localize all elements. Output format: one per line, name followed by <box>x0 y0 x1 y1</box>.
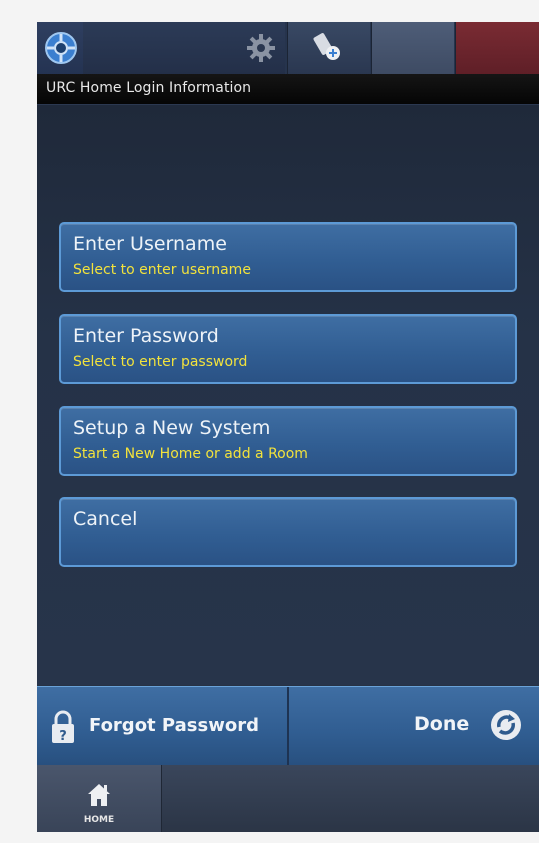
cancel-button[interactable]: Cancel <box>59 497 517 567</box>
button-label: Enter Username <box>73 233 227 255</box>
setup-new-system-button[interactable]: Setup a New System Start a New Home or a… <box>59 406 517 476</box>
remote-select-icon <box>310 30 346 66</box>
bottom-action-bar: ? Forgot Password Done <box>37 686 539 765</box>
button-label: Setup a New System <box>73 417 271 439</box>
forgot-password-label: Forgot Password <box>89 715 259 736</box>
top-bar <box>37 22 539 74</box>
logo-cell[interactable] <box>37 22 83 74</box>
urc-logo-icon <box>41 28 81 68</box>
button-label: Cancel <box>73 508 138 530</box>
remote-select-cell[interactable] <box>287 22 370 74</box>
home-label: HOME <box>83 815 115 825</box>
page-title: URC Home Login Information <box>46 80 252 96</box>
settings-cell[interactable] <box>237 22 285 74</box>
top-bar-blank <box>83 22 243 74</box>
forgot-password-button[interactable]: ? Forgot Password <box>37 687 287 765</box>
enter-password-button[interactable]: Enter Password Select to enter password <box>59 314 517 384</box>
button-label: Enter Password <box>73 325 219 347</box>
button-sublabel: Select to enter username <box>73 262 251 278</box>
lock-icon: ? <box>49 709 77 745</box>
home-button[interactable]: HOME <box>37 765 162 832</box>
refresh-arrow-icon <box>489 708 523 742</box>
gear-icon <box>243 30 279 66</box>
button-sublabel: Select to enter password <box>73 354 248 370</box>
title-bar: URC Home Login Information <box>37 74 539 105</box>
device-screen: URC Home Login Information Enter Usernam… <box>37 22 539 832</box>
enter-username-button[interactable]: Enter Username Select to enter username <box>59 222 517 292</box>
bottom-nav: HOME <box>37 765 539 832</box>
login-menu: Enter Username Select to enter username … <box>37 105 539 685</box>
home-icon <box>83 779 115 811</box>
done-button[interactable]: Done <box>289 687 539 765</box>
top-bar-tab-red[interactable] <box>455 22 539 74</box>
done-label: Done <box>414 713 470 735</box>
button-sublabel: Start a New Home or add a Room <box>73 446 308 462</box>
top-bar-tab-gray[interactable] <box>371 22 454 74</box>
svg-text:?: ? <box>59 729 67 744</box>
